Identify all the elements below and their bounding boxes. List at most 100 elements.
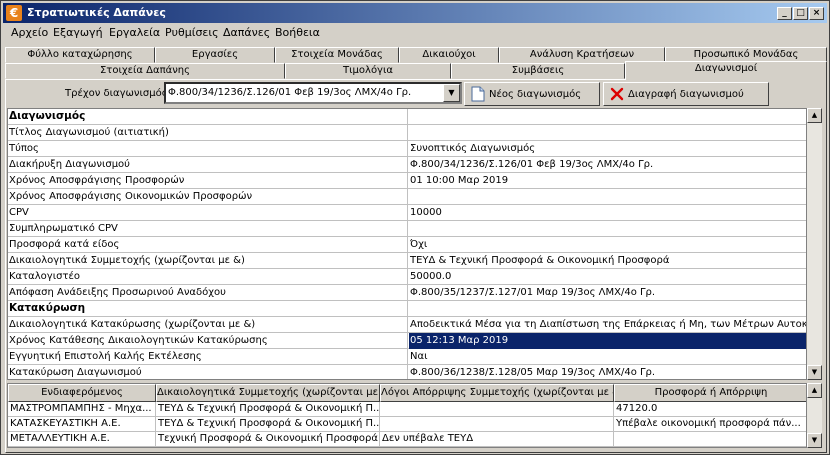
scroll-up-icon[interactable]: ▲ [807,108,822,123]
property-name: Κατακύρωση Διαγωνισμού [8,365,408,379]
bidders-table: Ενδιαφερόμενος Δικαιολογητικά Συμμετοχής … [7,383,807,448]
property-value[interactable]: Όχι [409,237,806,253]
property-name: CPV [8,205,408,221]
property-name: Δικαιολογητικά Συμμετοχής (χωρίζονται με… [8,253,408,269]
properties-scrollbar[interactable]: ▲ ▼ [807,108,822,380]
grid-property-row[interactable]: Δικαιολογητικά Κατακύρωσης (χωρίζονται μ… [8,317,806,333]
table-cell[interactable] [380,417,614,432]
chevron-down-icon[interactable]: ▼ [443,84,460,102]
tab-invoices[interactable]: Τιμολόγια [285,63,451,79]
column-header[interactable]: Ενδιαφερόμενος [8,384,156,402]
tab-tenders[interactable]: Διαγωνισμοί [625,61,827,80]
property-value [409,109,806,125]
table-cell[interactable] [380,402,614,417]
grid-property-row[interactable]: Συμπληρωματικό CPV [8,221,806,237]
grid-property-row[interactable]: Τίτλος Διαγωνισμού (αιτιατική) [8,125,806,141]
title-bar[interactable]: € Στρατιωτικές Δαπάνες _ □ × [3,3,827,23]
property-value[interactable] [409,221,806,237]
menu-settings[interactable]: Ρυθμίσεις [165,26,219,39]
property-name: Εγγυητική Επιστολή Καλής Εκτέλεσης [8,349,408,365]
table-cell[interactable]: ΤΕΥΔ & Τεχνική Προσφορά & Οικονομική Π..… [156,417,380,432]
grid-property-row[interactable]: Χρόνος Αποσφράγισης Προσφορών 01 10:00 Μα… [8,173,806,189]
table-cell[interactable]: ΜΑΣΤΡΟΜΠΑΜΠΗΣ - Μηχα... [8,402,156,417]
grid-section-row[interactable]: Κατακύρωση [8,301,806,317]
column-header[interactable]: Λόγοι Απόρριψης Συμμετοχής (χωρίζονται μ… [380,384,614,402]
property-name: Απόφαση Ανάδειξης Προσωρινού Αναδόχου [8,285,408,301]
grid-property-row[interactable]: Εγγυητική Επιστολή Καλής Εκτέλεσης Ναι [8,349,806,365]
property-value[interactable]: Αποδεικτικά Μέσα για τη Διαπίστωση της Ε… [409,317,806,333]
property-name: Τύπος [8,141,408,157]
property-name: Τίτλος Διαγωνισμού (αιτιατική) [8,125,408,141]
table-cell[interactable]: Δεν υπέβαλε ΤΕΥΔ [380,432,614,447]
minimize-button[interactable]: _ [777,7,792,20]
grid-property-row[interactable]: Χρόνος Αποσφράγισης Οικονομικών Προσφορώ… [8,189,806,205]
current-tender-label: Τρέχον διαγωνισμός: [65,88,171,99]
property-value[interactable]: Φ.800/34/1236/Σ.126/01 Φεβ 19/3ος ΛΜΧ/4ο… [409,157,806,173]
window-title: Στρατιωτικές Δαπάνες [27,6,166,19]
property-value[interactable] [409,125,806,141]
grid-property-row[interactable]: Διακήρυξη Διαγωνισμού Φ.800/34/1236/Σ.126… [8,157,806,173]
grid-property-row[interactable]: Προσφορά κατά είδος Όχι [8,237,806,253]
section-heading: Κατακύρωση [8,301,408,317]
grid-property-row[interactable]: Καταλογιστέο 50000.0 [8,269,806,285]
table-cell[interactable]: Υπέβαλε οικονομική προσφορά πάν... [614,417,806,432]
property-value[interactable]: 01 10:00 Μαρ 2019 [409,173,806,189]
column-header[interactable]: Προσφορά ή Απόρριψη [614,384,806,402]
delete-x-icon [610,87,624,101]
property-value[interactable]: Συνοπτικός Διαγωνισμός [409,141,806,157]
menu-export[interactable]: Εξαγωγή [53,26,103,39]
table-cell[interactable]: ΤΕΥΔ & Τεχνική Προσφορά & Οικονομική Π..… [156,402,380,417]
grid-property-row[interactable]: Χρόνος Κατάθεσης Δικαιολογητικών Κατακύρ… [8,333,806,349]
new-tender-label: Νέος διαγωνισμός [489,89,582,100]
scroll-down-icon[interactable]: ▼ [807,433,822,448]
table-cell[interactable]: ΚΑΤΑΣΚΕΥΑΣΤΙΚΗ Α.Ε. [8,417,156,432]
table-cell[interactable]: 47120.0 [614,402,806,417]
tab-unit-details[interactable]: Στοιχεία Μονάδας [275,47,399,63]
tab-expense-details[interactable]: Στοιχεία Δαπάνης [5,63,285,79]
current-tender-select[interactable]: Φ.800/34/1236/Σ.126/01 Φεβ 19/3ος ΛΜΧ/4ο… [164,82,462,104]
new-tender-button[interactable]: Νέος διαγωνισμός [464,82,600,106]
tab-tasks[interactable]: Εργασίες [155,47,275,63]
maximize-button[interactable]: □ [793,7,808,20]
delete-tender-button[interactable]: Διαγραφή διαγωνισμού [603,82,769,106]
tab-registration-sheet[interactable]: Φύλλο καταχώρησης [5,47,155,63]
property-value[interactable]: 10000 [409,205,806,221]
new-document-icon [471,86,485,102]
table-cell[interactable]: ΜΕΤΑΛΛΕΥΤΙΚΗ Α.Ε. [8,432,156,447]
property-value[interactable]: 05 12:13 Μαρ 2019 [409,333,806,349]
property-name: Συμπληρωματικό CPV [8,221,408,237]
grid-section-row[interactable]: Διαγωνισμός [8,109,806,125]
current-tender-value: Φ.800/34/1236/Σ.126/01 Φεβ 19/3ος ΛΜΧ/4ο… [168,87,412,98]
menu-tools[interactable]: Εργαλεία [109,26,160,39]
property-name: Χρόνος Αποσφράγισης Οικονομικών Προσφορώ… [8,189,408,205]
property-value[interactable]: Φ.800/36/1238/Σ.128/05 Μαρ 19/3ος ΛΜΧ/4ο… [409,365,806,379]
property-name: Χρόνος Αποσφράγισης Προσφορών [8,173,408,189]
property-name: Καταλογιστέο [8,269,408,285]
close-button[interactable]: × [809,7,824,20]
tab-contracts[interactable]: Συμβάσεις [451,63,625,79]
property-value[interactable]: Ναι [409,349,806,365]
table-cell[interactable]: Τεχνική Προσφορά & Οικονομική Προσφορά [156,432,380,447]
menu-file[interactable]: Αρχείο [11,26,48,39]
scroll-down-icon[interactable]: ▼ [807,365,822,380]
property-value[interactable]: 50000.0 [409,269,806,285]
scroll-up-icon[interactable]: ▲ [807,383,822,398]
property-value[interactable]: Φ.800/35/1237/Σ.127/01 Μαρ 19/3ος ΛΜΧ/4ο… [409,285,806,301]
bidders-scrollbar[interactable]: ▲ ▼ [807,383,822,448]
property-value[interactable] [409,189,806,205]
tab-beneficiaries[interactable]: Δικαιούχοι [399,47,499,63]
menu-expenses[interactable]: Δαπάνες [223,26,270,39]
column-header[interactable]: Δικαιολογητικά Συμμετοχής (χωρίζονται με… [156,384,380,402]
grid-property-row[interactable]: Δικαιολογητικά Συμμετοχής (χωρίζονται με… [8,253,806,269]
property-value [409,301,806,317]
section-heading: Διαγωνισμός [8,109,408,125]
grid-property-row[interactable]: Απόφαση Ανάδειξης Προσωρινού Αναδόχου Φ.8… [8,285,806,301]
menu-help[interactable]: Βοήθεια [275,26,320,39]
property-name: Διακήρυξη Διαγωνισμού [8,157,408,173]
grid-property-row[interactable]: Κατακύρωση Διαγωνισμού Φ.800/36/1238/Σ.12… [8,365,806,379]
app-window: € Στρατιωτικές Δαπάνες _ □ × Αρχείο Εξαγ… [0,0,830,455]
grid-property-row[interactable]: CPV 10000 [8,205,806,221]
grid-property-row[interactable]: Τύπος Συνοπτικός Διαγωνισμός [8,141,806,157]
table-cell[interactable] [614,432,806,447]
property-value[interactable]: ΤΕΥΔ & Τεχνική Προσφορά & Οικονομική Προ… [409,253,806,269]
